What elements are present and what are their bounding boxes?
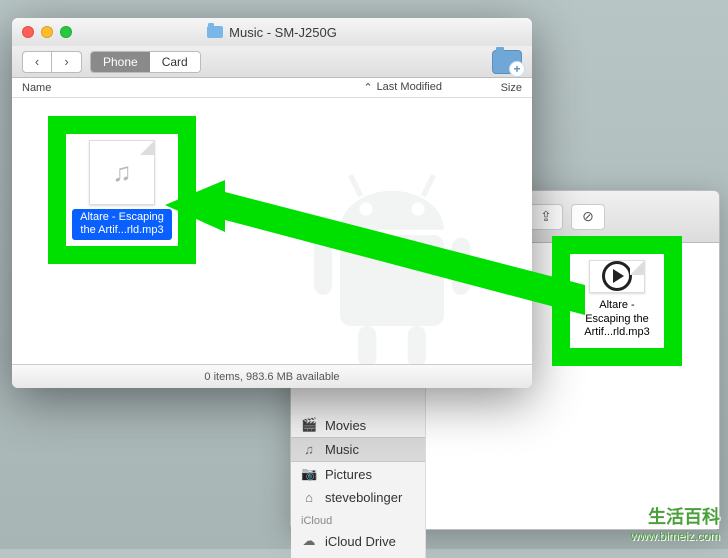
titlebar[interactable]: Music - SM-J250G bbox=[12, 18, 532, 46]
tags-icon[interactable]: ⊘ bbox=[571, 204, 605, 230]
file-name: Altare - Escaping the Artif...rld.mp3 bbox=[576, 297, 658, 342]
sidebar-item-label: Music bbox=[325, 442, 359, 457]
file-thumbnail bbox=[589, 260, 645, 293]
forward-button[interactable]: › bbox=[52, 51, 82, 73]
folder-icon bbox=[207, 26, 223, 38]
cloud-icon: ☁ bbox=[301, 533, 317, 549]
sidebar-section-icloud: iCloud bbox=[291, 509, 425, 529]
storage-tabs: Phone Card bbox=[90, 51, 201, 73]
home-icon: ⌂ bbox=[301, 490, 317, 505]
window-title-front: Music - SM-J250G bbox=[12, 25, 532, 40]
sidebar-item-home[interactable]: ⌂ stevebolinger bbox=[291, 486, 425, 509]
sidebar-item-icloud-drive[interactable]: ☁ iCloud Drive bbox=[291, 529, 425, 553]
watermark: 生活百科 www.bimeiz.com bbox=[631, 503, 720, 543]
toolbar-front: ‹ › Phone Card bbox=[12, 46, 532, 78]
music-icon: ♫ bbox=[301, 442, 317, 457]
watermark-line1: 生活百科 bbox=[631, 503, 720, 529]
col-modified-label: Last Modified bbox=[377, 81, 442, 94]
sidebar-item-movies[interactable]: 🎬 Movies bbox=[291, 413, 425, 437]
sidebar-item-label: Pictures bbox=[325, 467, 372, 482]
nav-buttons: ‹ › bbox=[22, 51, 82, 73]
col-name[interactable]: Name bbox=[22, 82, 312, 94]
sidebar-item-music[interactable]: ♫ Music bbox=[291, 437, 425, 462]
pictures-icon: 📷 bbox=[301, 466, 317, 482]
chevron-left-icon: ‹ bbox=[35, 54, 39, 69]
column-headers: Name ⌃ Last Modified Size bbox=[12, 78, 532, 98]
tab-phone[interactable]: Phone bbox=[91, 52, 150, 72]
chevron-right-icon: › bbox=[64, 54, 68, 69]
sidebar-item-label: stevebolinger bbox=[325, 490, 402, 505]
music-note-icon: ♫ bbox=[112, 157, 132, 188]
file-thumbnail: ♫ bbox=[89, 140, 155, 205]
highlight-source: Altare - Escaping the Artif...rld.mp3 bbox=[552, 236, 682, 366]
sidebar-item-label: iCloud Drive bbox=[325, 534, 396, 549]
status-text: 0 items, 983.6 MB available bbox=[204, 371, 339, 383]
tab-card[interactable]: Card bbox=[150, 52, 200, 72]
dogear-icon bbox=[140, 141, 154, 155]
android-watermark-icon bbox=[262, 144, 522, 364]
new-folder-button[interactable] bbox=[492, 50, 522, 74]
file-name-selected[interactable]: Altare - Escaping the Artif...rld.mp3 bbox=[72, 209, 172, 241]
movies-icon: 🎬 bbox=[301, 417, 317, 433]
share-icon[interactable]: ⇪ bbox=[529, 204, 563, 230]
status-bar: 0 items, 983.6 MB available bbox=[12, 364, 532, 388]
watermark-line2: www.bimeiz.com bbox=[631, 529, 720, 543]
window-title-text: Music - SM-J250G bbox=[229, 25, 337, 40]
highlight-destination: ♫ Altare - Escaping the Artif...rld.mp3 bbox=[48, 116, 196, 264]
back-button[interactable]: ‹ bbox=[22, 51, 52, 73]
col-size[interactable]: Size bbox=[462, 82, 522, 94]
sidebar-item-label: Movies bbox=[325, 418, 366, 433]
col-modified[interactable]: ⌃ Last Modified bbox=[312, 81, 462, 94]
sidebar-item-pictures[interactable]: 📷 Pictures bbox=[291, 462, 425, 486]
dogear-icon bbox=[630, 261, 644, 275]
play-icon bbox=[602, 261, 632, 291]
file-item-destination[interactable]: ♫ Altare - Escaping the Artif...rld.mp3 bbox=[72, 140, 172, 240]
sort-caret-icon: ⌃ bbox=[363, 81, 372, 94]
file-item-source[interactable]: Altare - Escaping the Artif...rld.mp3 bbox=[576, 260, 658, 342]
